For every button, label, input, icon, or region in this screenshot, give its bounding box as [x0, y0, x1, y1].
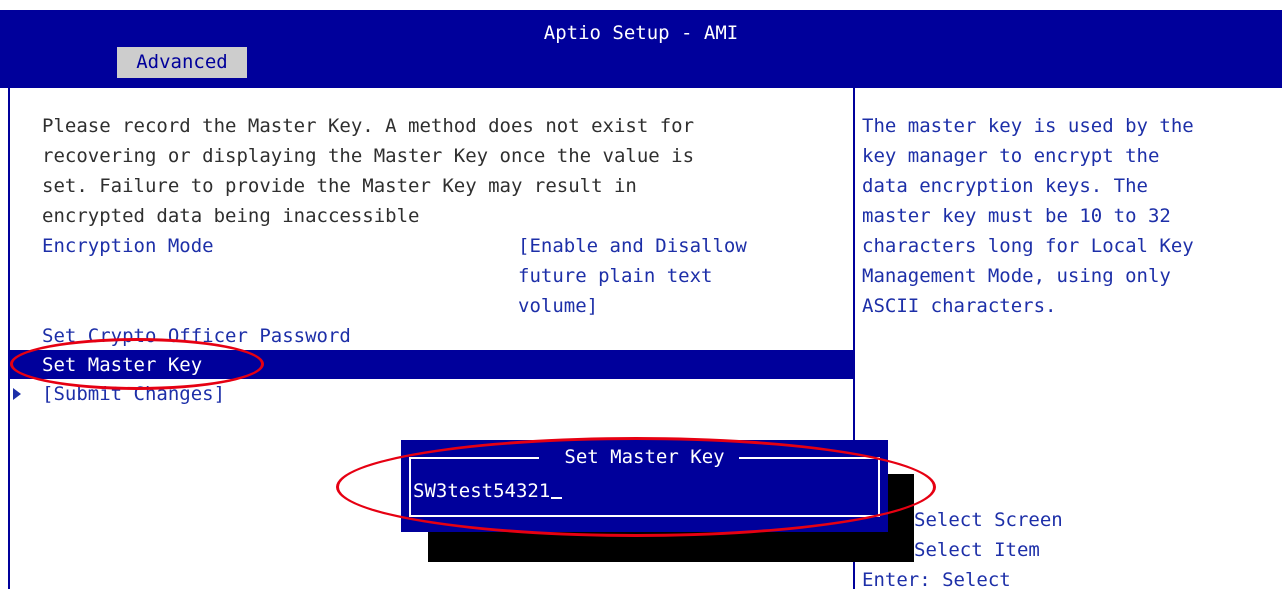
master-key-warning: Please record the Master Key. A method d… — [42, 111, 694, 231]
submenu-arrow-icon — [13, 388, 21, 400]
mode-value-line: volume] — [518, 295, 599, 317]
left-border — [8, 88, 10, 589]
help-line: data encryption keys. The — [862, 175, 1148, 197]
help-line: ASCII characters. — [862, 295, 1057, 317]
warning-line: encrypted data being inaccessible — [42, 205, 420, 227]
help-line: characters long for Local Key — [862, 235, 1194, 257]
mode-value-line: [Enable and Disallow — [518, 235, 747, 257]
warning-line: recovering or displaying the Master Key … — [42, 145, 695, 167]
warning-line: set. Failure to provide the Master Key m… — [42, 175, 637, 197]
encryption-mode-value[interactable]: [Enable and Disallow future plain text v… — [518, 231, 747, 321]
bios-screen: Aptio Setup - AMI Advanced Please record… — [0, 0, 1282, 591]
help-panel: The master key is used by the key manage… — [862, 111, 1194, 321]
warning-line: Please record the Master Key. A method d… — [42, 115, 695, 137]
help-line: master key must be 10 to 32 — [862, 205, 1171, 227]
help-line: Management Mode, using only — [862, 265, 1171, 287]
help-line: key manager to encrypt the — [862, 145, 1160, 167]
mode-value-line: future plain text — [518, 265, 713, 287]
red-highlight-oval-dialog — [336, 437, 936, 537]
app-title: Aptio Setup - AMI — [543, 22, 739, 44]
key-legend-item: Enter: Select — [862, 569, 1011, 591]
tab-advanced[interactable]: Advanced — [117, 47, 247, 78]
encryption-mode-item[interactable]: Encryption Mode — [42, 231, 214, 261]
red-highlight-oval-menu — [10, 338, 264, 390]
help-line: The master key is used by the — [862, 115, 1194, 137]
